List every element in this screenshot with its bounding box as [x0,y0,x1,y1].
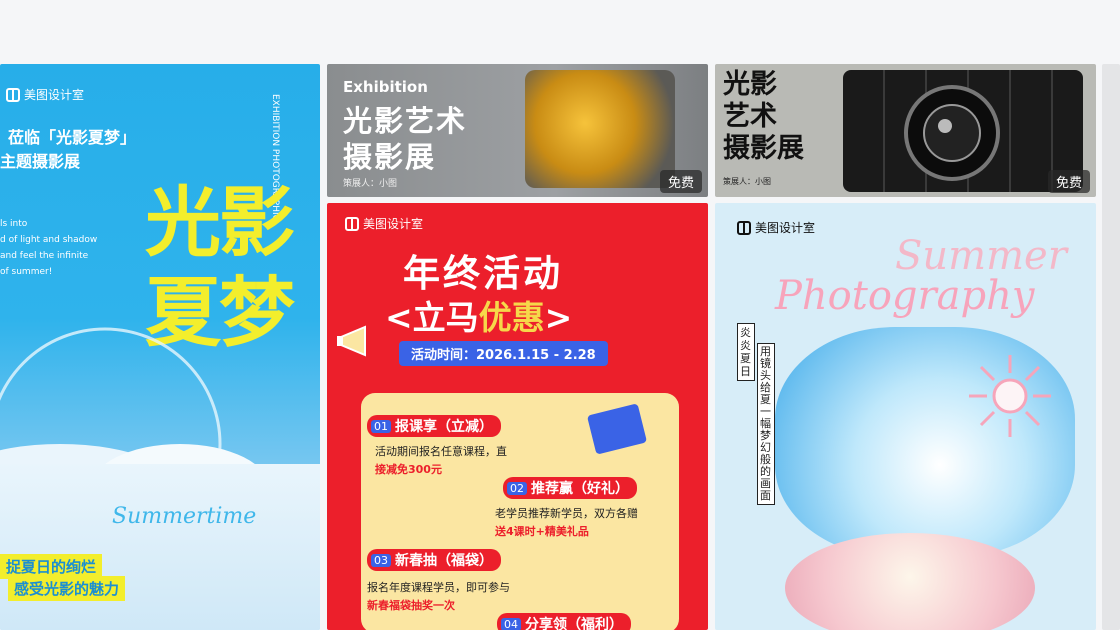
banner-title: 艺术 [723,101,777,132]
item-desc: 活动期间报名任意课程，直 [375,445,507,458]
brand-name: 美图设计室 [24,88,85,102]
planner-text: 策展人：小图 [343,179,398,189]
photo-graphic [525,70,675,188]
template-card-exhibition-grey[interactable]: Exhibition 光影艺术 摄影展 策展人：小图 免费 [327,64,708,197]
banner-title: 光影 [723,69,777,100]
vertical-caption: 炎炎夏日 [737,323,755,381]
subtitle-highlight: 优惠 [478,298,545,337]
promo-subtitle: <立马优惠> [385,291,572,339]
vertical-caption: 用镜头给夏一幅梦幻般的画面 [757,343,775,505]
item-title: 新春抽（福袋） [395,553,493,569]
item-number: 04 [501,617,521,630]
brand-icon [345,216,359,231]
subtitle-part: > [544,298,573,337]
promo-item-title: 02 推荐赢（好礼） [503,477,637,499]
item-desc: 老学员推荐新学员，双方各赠 [495,507,638,520]
poster-line: 主题摄影展 [0,152,81,171]
brand-name: 美图设计室 [755,221,816,235]
template-card-year-end-promo[interactable]: 美图设计室 年终活动 <立马优惠> 活动时间：2026.1.15 - 2.28 … [327,203,708,630]
item-number: 03 [371,553,391,567]
template-card-summer-photography[interactable]: 美图设计室 Summer Photography 炎炎夏日 用镜头给夏一幅梦幻般… [715,203,1096,630]
item-title: 推荐赢（好礼） [531,481,629,497]
banner-title: 摄影展 [343,140,437,174]
big-title: 光影 [145,178,295,267]
free-badge: 免费 [1047,170,1090,193]
item-number: 01 [371,419,391,433]
exhibition-label: Exhibition [343,78,428,96]
item-desc: 接减免300元 [375,463,442,476]
sun-icon [969,355,1051,437]
promo-item-title: 03 新春抽（福袋） [367,549,501,571]
template-card-camera-bw[interactable]: 光影 艺术 摄影展 策展人：小图 免费 [715,64,1096,197]
template-grid: 美图设计室 莅临「光影夏梦」 主题摄影展 EXHIBITION PHOTOGRA… [0,64,1120,630]
english-caption: ls into d of light and shadow and feel t… [0,219,98,277]
promo-item-title: 04 分享领（福利） [497,613,631,630]
item-title: 分享领（福利） [525,617,623,630]
banner-title: 摄影展 [723,133,804,164]
free-badge: 免费 [659,170,702,193]
brand-name: 美图设计室 [363,217,424,231]
script-text: Summertime [112,504,257,529]
item-desc: 送4课时+精美礼品 [495,525,589,538]
subtitle-part: <立马 [385,298,479,337]
planner-text: 策展人：小图 [723,177,771,186]
item-desc: 新春福袋抽奖一次 [367,599,455,612]
cloud-area [0,464,320,630]
item-title: 报课享（立减） [395,419,493,435]
brand-logo: 美图设计室 [737,219,815,236]
megaphone-icon [335,323,385,359]
template-card-summer-dream[interactable]: 美图设计室 莅临「光影夏梦」 主题摄影展 EXHIBITION PHOTOGRA… [0,64,320,630]
promo-title: 年终活动 [403,252,563,295]
brand-logo: 美图设计室 [6,86,84,103]
next-card-edge[interactable] [1102,64,1120,630]
camera-lens-icon [904,85,1000,181]
poster-line: 莅临「光影夏梦」 [8,128,137,147]
brand-icon [6,87,20,102]
bottom-slogan: 感受光影的魅力 [8,576,126,601]
item-number: 02 [507,481,527,495]
brand-icon [737,220,751,235]
activity-time: 活动时间：2026.1.15 - 2.28 [399,341,608,366]
script-title: Photography [775,273,1035,319]
item-desc: 报名年度课程学员，即可参与 [367,581,510,594]
top-bar [0,0,1120,64]
promo-item-title: 01 报课享（立减） [367,415,501,437]
brand-logo: 美图设计室 [345,215,423,232]
